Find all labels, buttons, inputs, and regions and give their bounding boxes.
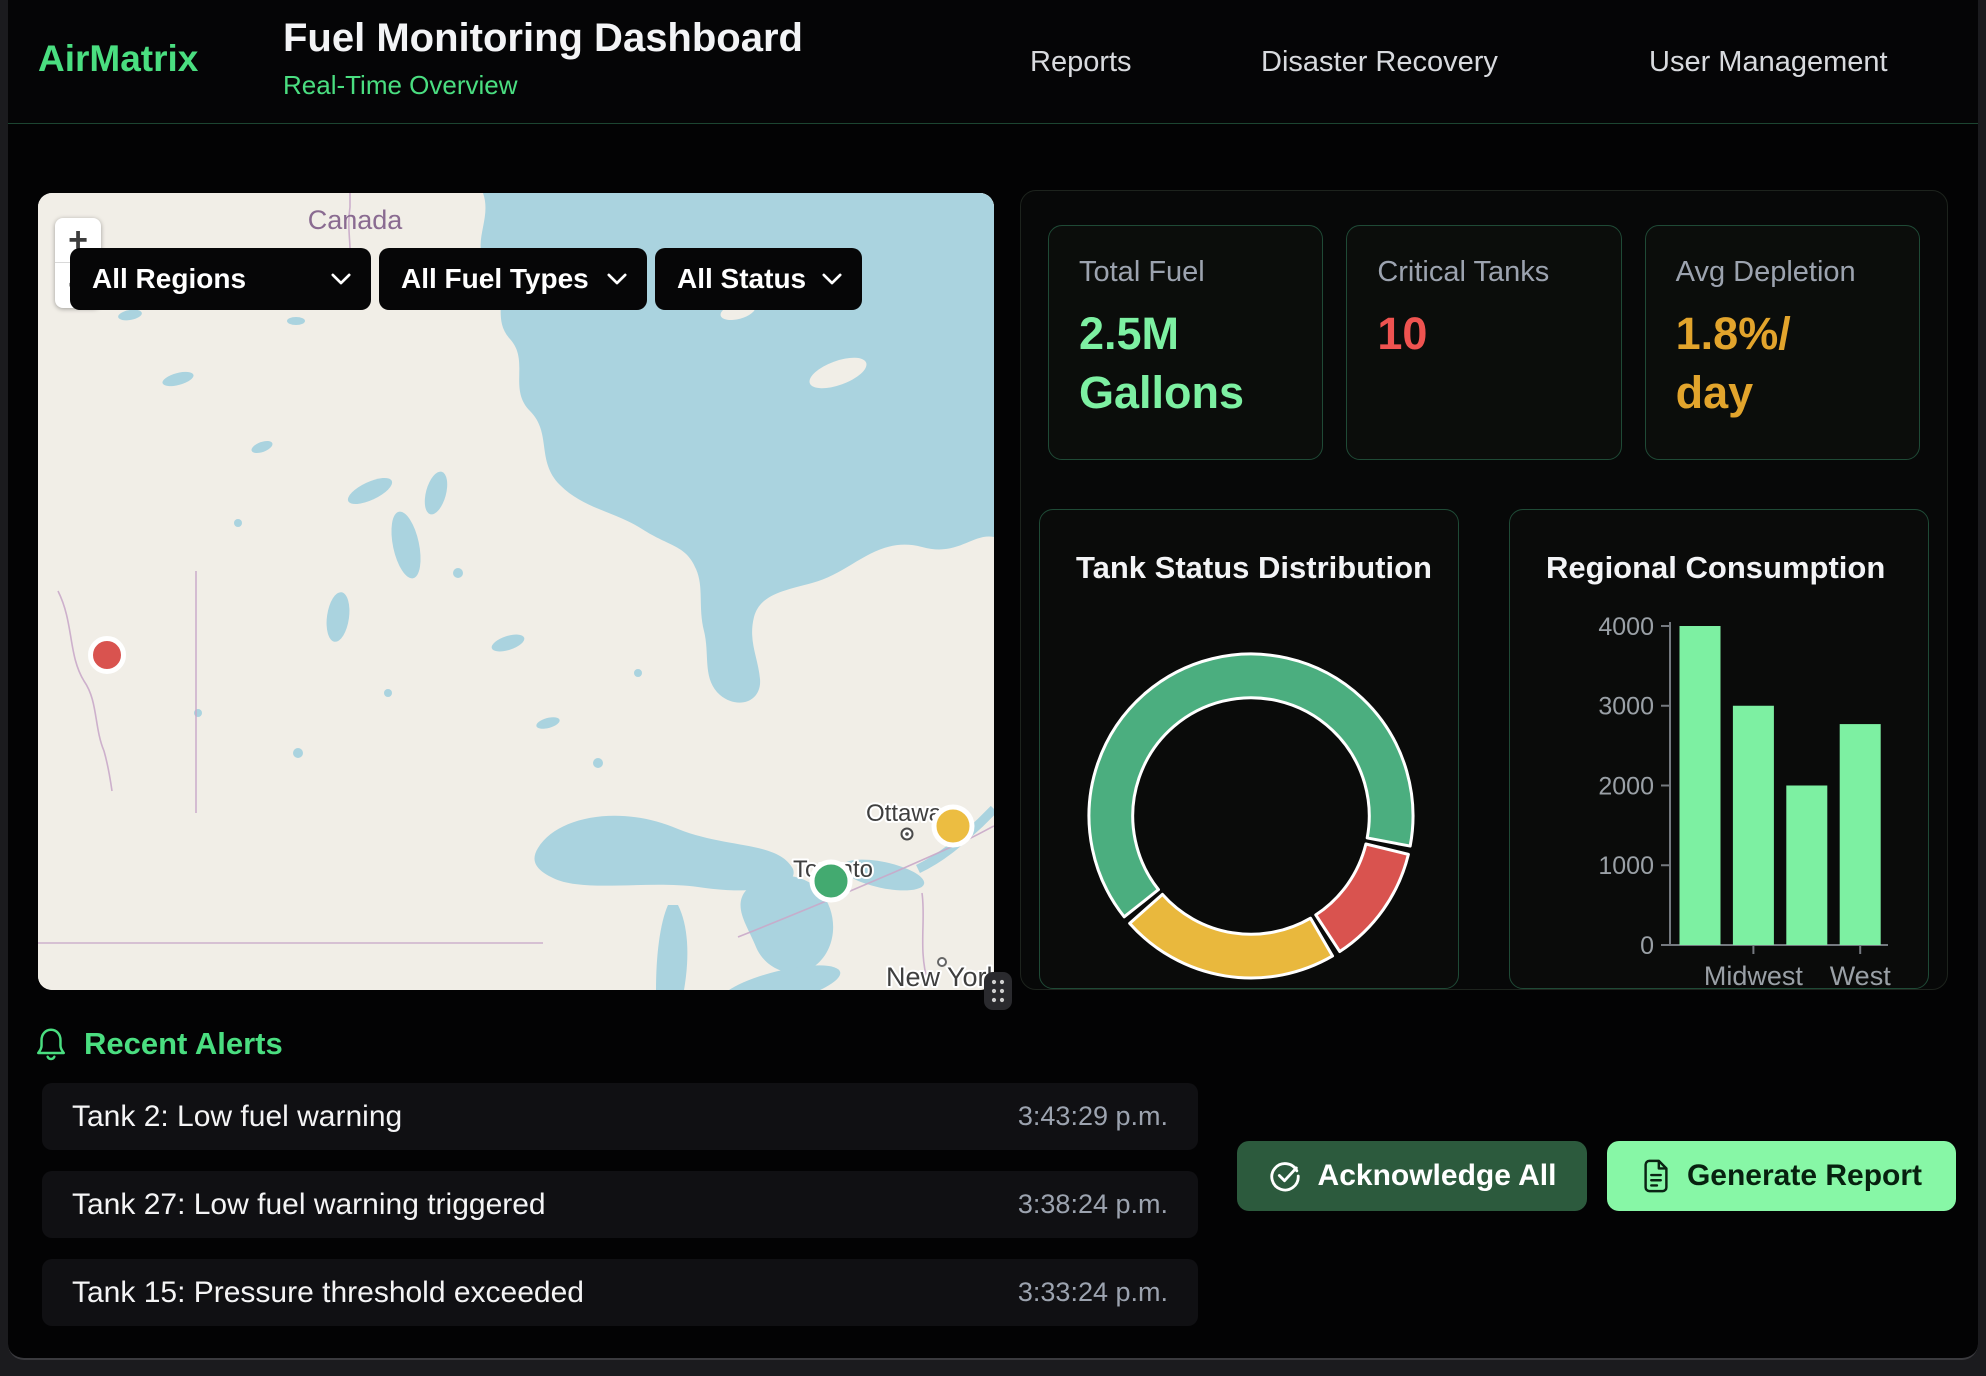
stat-value-total-fuel: 2.5MGallons (1079, 305, 1312, 422)
page-subtitle: Real-Time Overview (283, 70, 803, 101)
y-tick-label: 0 (1640, 932, 1654, 960)
tank-marker-warning[interactable] (934, 807, 972, 845)
y-tick-label: 4000 (1598, 613, 1654, 641)
generate-report-button[interactable]: Generate Report (1607, 1141, 1956, 1211)
status-filter-value: All Status (677, 263, 806, 295)
regional-consumption-chart-card: Regional Consumption 0 1000 2000 3000 4000 Mi… (1509, 509, 1929, 989)
donut-segment-red (1316, 844, 1409, 952)
stat-card-total-fuel: Total Fuel 2.5MGallons (1048, 225, 1323, 460)
y-tick-label: 3000 (1598, 693, 1654, 721)
stat-label: Critical Tanks (1377, 256, 1610, 289)
map-canvas[interactable]: Canada Ottawa Toronto New York (38, 193, 994, 990)
stat-label: Total Fuel (1079, 256, 1312, 289)
city-label-new-york: New York (886, 962, 994, 990)
donut-segment-yellow (1130, 894, 1333, 978)
city-label-ottawa: Ottawa (866, 800, 943, 827)
nav-item-disaster-recovery[interactable]: Disaster Recovery (1261, 46, 1498, 79)
y-tick-label: 1000 (1598, 852, 1654, 880)
stat-cards-row: Total Fuel 2.5MGallons Critical Tanks 10… (1021, 191, 1947, 460)
check-circle-icon (1268, 1159, 1302, 1193)
alert-timestamp: 3:38:24 p.m. (1018, 1189, 1168, 1220)
stat-value-critical-tanks: 10 (1377, 305, 1610, 364)
tank-status-chart-card: Tank Status Distribution (1039, 509, 1459, 989)
chevron-down-icon (607, 273, 627, 285)
acknowledge-all-label: Acknowledge All (1318, 1159, 1557, 1193)
stat-label: Avg Depletion (1676, 256, 1909, 289)
charts-row: Tank Status Distribution Regional Consum… (1021, 509, 1947, 989)
report-document-icon (1641, 1159, 1671, 1193)
nav-item-reports[interactable]: Reports (1030, 46, 1132, 79)
alert-text: Tank 15: Pressure threshold exceeded (72, 1276, 584, 1310)
alert-timestamp: 3:33:24 p.m. (1018, 1277, 1168, 1308)
generate-report-label: Generate Report (1687, 1159, 1922, 1193)
acknowledge-all-button[interactable]: Acknowledge All (1237, 1141, 1587, 1211)
x-tick-label: Midwest (1704, 961, 1804, 989)
brand-logo: AirMatrix (38, 38, 198, 80)
alert-text: Tank 2: Low fuel warning (72, 1100, 402, 1134)
grip-dots-icon (990, 978, 1006, 1004)
header: AirMatrix Fuel Monitoring Dashboard Real… (8, 0, 1978, 124)
title-block: Fuel Monitoring Dashboard Real-Time Over… (283, 16, 803, 101)
alert-row: Tank 15: Pressure threshold exceeded 3:3… (42, 1259, 1198, 1326)
dashboard-app: AirMatrix Fuel Monitoring Dashboard Real… (8, 0, 1978, 1360)
recent-alerts-heading: Recent Alerts (35, 1026, 283, 1062)
fuel-type-filter-value: All Fuel Types (401, 263, 589, 295)
page-title: Fuel Monitoring Dashboard (283, 16, 803, 61)
nav-item-user-management[interactable]: User Management (1649, 46, 1888, 79)
map-panel[interactable]: Canada Ottawa Toronto New York + − All R… (38, 193, 994, 990)
region-filter-dropdown[interactable]: All Regions (70, 248, 371, 310)
alert-timestamp: 3:43:29 p.m. (1018, 1101, 1168, 1132)
bar-1 (1733, 706, 1774, 945)
country-label: Canada (308, 205, 404, 235)
bell-icon (35, 1026, 67, 1062)
tank-marker-operational[interactable] (812, 862, 850, 900)
chart-title: Tank Status Distribution (1076, 550, 1432, 586)
alert-text: Tank 27: Low fuel warning triggered (72, 1188, 546, 1222)
stat-card-critical-tanks: Critical Tanks 10 (1346, 225, 1621, 460)
fuel-type-filter-dropdown[interactable]: All Fuel Types (379, 248, 647, 310)
chevron-down-icon (331, 273, 351, 285)
recent-alerts-title: Recent Alerts (84, 1026, 283, 1062)
y-tick-label: 2000 (1598, 772, 1654, 800)
region-filter-value: All Regions (92, 263, 246, 295)
stat-value-avg-depletion: 1.8%/day (1676, 305, 1909, 422)
bar-2 (1786, 786, 1827, 946)
resize-drag-handle-icon[interactable] (984, 972, 1012, 1010)
alert-row: Tank 2: Low fuel warning 3:43:29 p.m. (42, 1083, 1198, 1150)
x-tick-label: West (1830, 961, 1892, 989)
bar-3 (1840, 724, 1881, 945)
bar-0 (1680, 626, 1721, 945)
ottawa-city-dot-center (905, 832, 909, 836)
alert-row: Tank 27: Low fuel warning triggered 3:38… (42, 1171, 1198, 1238)
chevron-down-icon (822, 273, 842, 285)
stat-card-avg-depletion: Avg Depletion 1.8%/day (1645, 225, 1920, 460)
tank-marker-critical[interactable] (91, 639, 124, 672)
metrics-panel: Total Fuel 2.5MGallons Critical Tanks 10… (1020, 190, 1948, 990)
chart-title: Regional Consumption (1546, 550, 1885, 586)
map-filters: All Regions All Fuel Types All Status (70, 248, 862, 310)
status-filter-dropdown[interactable]: All Status (655, 248, 862, 310)
